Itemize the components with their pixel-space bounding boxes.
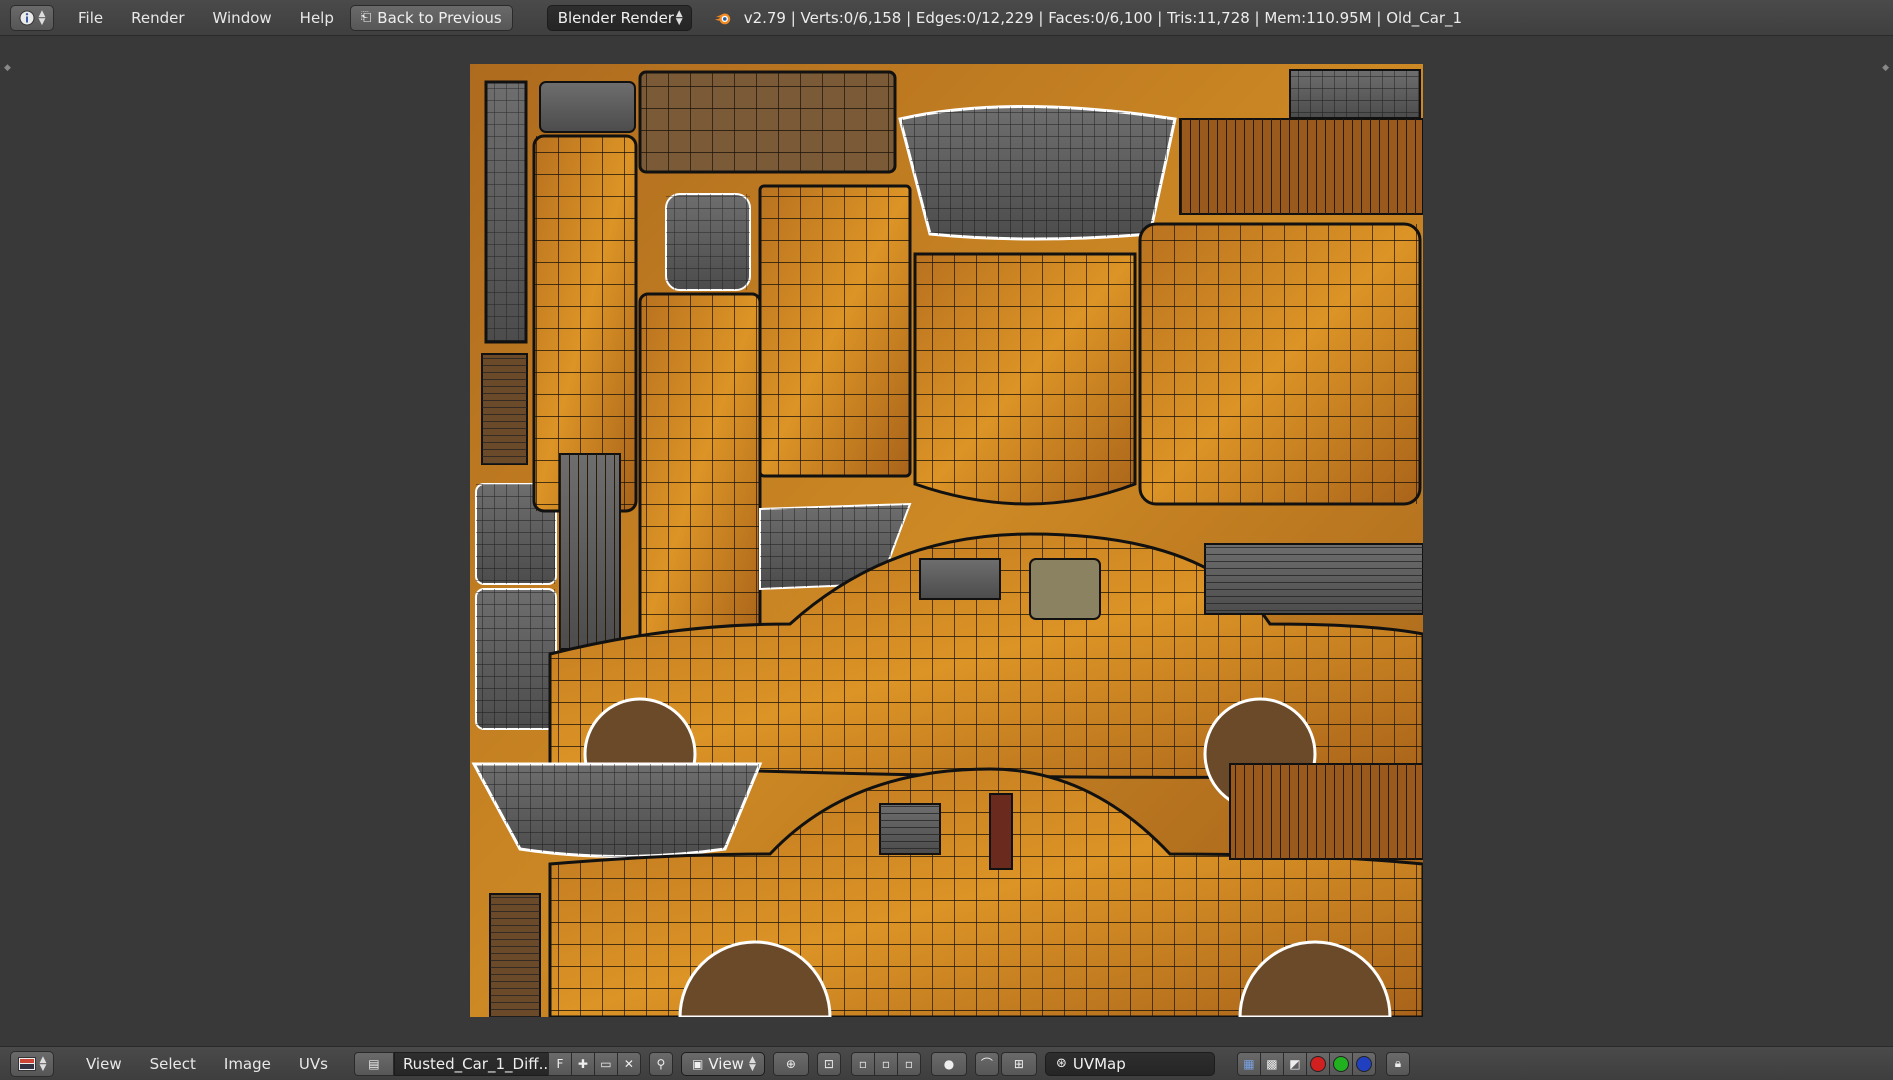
lock-button[interactable]: 🔒︎: [1385, 1051, 1410, 1076]
pivot-select[interactable]: ⊕: [772, 1051, 809, 1076]
view-mode-value: View: [708, 1054, 744, 1073]
pin-image-button[interactable]: ⚲: [648, 1051, 673, 1076]
snap-target-select[interactable]: ⊞: [1000, 1051, 1037, 1076]
proportional-edit-select[interactable]: ●: [930, 1051, 967, 1076]
uv-image-editor[interactable]: ◆ ◆: [0, 37, 1893, 1046]
pin-icon: ⚲: [656, 1056, 666, 1071]
image-editor-header: ▲ ▼ View Select Image UVs ▤ Rusted_Car_1_…: [0, 1046, 1893, 1080]
uv-island: [989, 793, 1013, 870]
lock-icon: 🔒︎: [1394, 1056, 1402, 1070]
mode-select[interactable]: ▣ View ▲ ▼: [680, 1051, 765, 1076]
info-header: ▲ ▼ File Render Window Help ⎗ Back to Pre…: [0, 0, 1893, 36]
snap-target-icon: ⊞: [1013, 1056, 1024, 1071]
updown-arrows-icon: ▲ ▼: [38, 8, 46, 27]
menu-file[interactable]: File: [64, 9, 117, 27]
uv-layout-svg: [470, 64, 1423, 1017]
plus-icon: ✚: [577, 1056, 588, 1071]
close-icon: ✕: [623, 1056, 634, 1071]
updown-arrows-icon: ▲ ▼: [39, 1054, 47, 1073]
menu-help[interactable]: Help: [286, 9, 348, 27]
uv-map-value: UVMap: [1072, 1054, 1126, 1073]
sticky-selection-button[interactable]: ⊡: [816, 1051, 841, 1076]
back-to-previous-button[interactable]: ⎗ Back to Previous: [349, 4, 513, 31]
updown-arrows-icon: ▲ ▼: [675, 8, 683, 27]
bottom-menu: View Select Image UVs: [72, 1055, 342, 1073]
uv-island: [539, 81, 636, 133]
snap-toggle[interactable]: ⌒: [974, 1051, 999, 1076]
green-dot-icon: [1332, 1055, 1349, 1072]
updown-arrows-icon: ▲ ▼: [749, 1054, 756, 1073]
editor-type-selector[interactable]: ▲ ▼: [10, 4, 54, 31]
editor-type-selector[interactable]: ▲ ▼: [10, 1050, 54, 1077]
region-expand-left-icon[interactable]: ◆: [4, 63, 11, 73]
open-image-button[interactable]: ▭: [593, 1051, 618, 1076]
blender-logo-icon: [714, 13, 730, 24]
scene-statistics: v2.79 | Verts:0/6,158 | Edges:0/12,229 |…: [743, 8, 1463, 27]
image-name-value: Rusted_Car_1_Diff...: [402, 1054, 553, 1073]
image-browse-icon: ▤: [368, 1056, 380, 1071]
region-expand-right-icon[interactable]: ◆: [1882, 63, 1889, 73]
menu-render[interactable]: Render: [117, 9, 198, 27]
image-name-field[interactable]: Rusted_Car_1_Diff...: [393, 1051, 553, 1076]
uv-texture-canvas[interactable]: [470, 64, 1423, 1017]
uv-island: [1029, 558, 1101, 620]
pivot-icon: ⊕: [785, 1056, 796, 1071]
fake-user-button[interactable]: F: [547, 1051, 572, 1076]
image-editor-icon: [17, 1056, 36, 1071]
green-channel-button[interactable]: [1328, 1051, 1353, 1076]
proportional-icon: ●: [943, 1056, 955, 1071]
blue-channel-button[interactable]: [1351, 1051, 1376, 1076]
new-image-button[interactable]: ✚: [570, 1051, 595, 1076]
menu-select[interactable]: Select: [136, 1055, 210, 1073]
edge-select-button[interactable]: ▫: [873, 1051, 898, 1076]
sticky-icon: ⊡: [823, 1056, 834, 1071]
face-icon: ▫: [904, 1056, 913, 1071]
menu-view[interactable]: View: [72, 1055, 136, 1073]
folder-icon: ▭: [600, 1056, 612, 1071]
uv-map-icon: ⊛: [1055, 1056, 1067, 1071]
unlink-image-button[interactable]: ✕: [616, 1051, 641, 1076]
blue-dot-icon: [1355, 1055, 1372, 1072]
red-dot-icon: [1309, 1055, 1326, 1072]
fake-user-label: F: [556, 1056, 564, 1071]
menu-window[interactable]: Window: [199, 9, 286, 27]
image-display-icon: ▦: [1243, 1056, 1255, 1071]
selection-mode-group: ▫ ▫ ▫: [850, 1051, 921, 1076]
red-channel-button[interactable]: [1305, 1051, 1330, 1076]
z-buffer-button[interactable]: ◩: [1282, 1051, 1307, 1076]
vertex-icon: ▫: [858, 1056, 867, 1071]
image-browse-group: ▤ Rusted_Car_1_Diff... F ✚ ▭ ✕: [353, 1051, 641, 1076]
menu-uvs[interactable]: UVs: [285, 1055, 342, 1073]
checker-icon: ▩: [1266, 1056, 1278, 1071]
edge-icon: ▫: [881, 1056, 890, 1071]
info-icon: [19, 10, 35, 25]
channel-display-group: ▦ ▩ ◩: [1236, 1051, 1376, 1076]
uv-island: [919, 558, 1001, 600]
uv-map-select[interactable]: ⊛ UVMap: [1044, 1051, 1215, 1076]
draw-image-button[interactable]: ▦: [1236, 1051, 1261, 1076]
menu-image[interactable]: Image: [210, 1055, 285, 1073]
alpha-display-button[interactable]: ▩: [1259, 1051, 1284, 1076]
image-browse-button[interactable]: ▤: [353, 1051, 394, 1076]
top-menu: File Render Window Help: [64, 9, 348, 27]
back-to-previous-label: Back to Previous: [377, 8, 502, 27]
face-select-button[interactable]: ▫: [896, 1051, 921, 1076]
view-mode-icon: ▣: [691, 1056, 704, 1071]
back-icon: ⎗: [360, 10, 372, 25]
render-engine-select[interactable]: Blender Render ▲ ▼: [546, 4, 692, 31]
snap-icon: ⌒: [980, 1057, 993, 1071]
zbuffer-icon: ◩: [1289, 1056, 1301, 1071]
render-engine-value: Blender Render: [557, 8, 674, 27]
vertex-select-button[interactable]: ▫: [850, 1051, 875, 1076]
